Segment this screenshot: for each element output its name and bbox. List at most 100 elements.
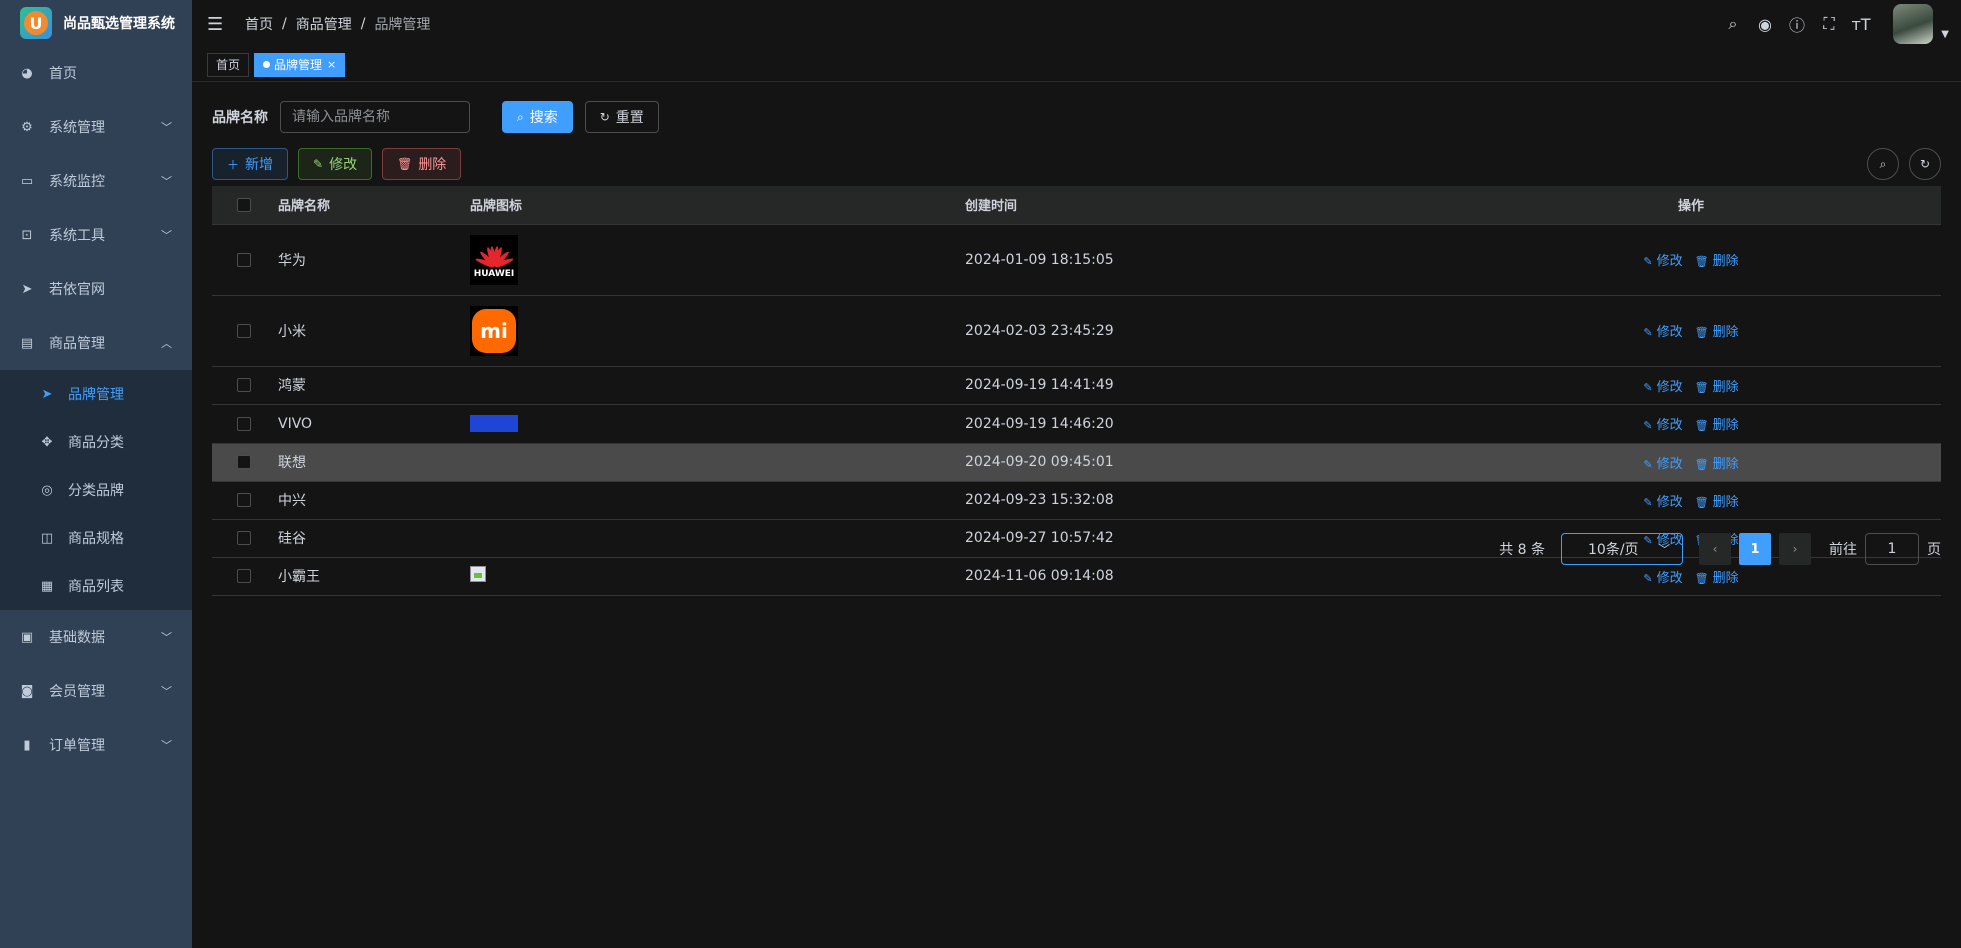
sidebar-item-member[interactable]: ◙ 会员管理 ﹀ [0, 664, 192, 718]
fullscreen-icon[interactable]: ⛶ [1813, 14, 1845, 34]
row-edit-link[interactable]: ✎ 修改 [1643, 418, 1682, 433]
row-edit-link[interactable]: ✎ 修改 [1643, 254, 1682, 269]
tag-brand[interactable]: 品牌管理 × [254, 52, 346, 77]
row-edit-link[interactable]: ✎ 修改 [1643, 457, 1682, 472]
tag-home[interactable]: 首页 [207, 52, 250, 77]
breadcrumb-home[interactable]: 首页 [245, 14, 273, 34]
add-button[interactable]: ＋ 新增 [212, 148, 289, 180]
search-icon: ⌕ [517, 109, 524, 124]
breadcrumb: 首页 / 商品管理 / 品牌管理 [245, 14, 431, 34]
row-edit-link[interactable]: ✎ 修改 [1643, 571, 1682, 586]
page-size-select[interactable]: 10条/页 ﹀ [1561, 533, 1683, 565]
row-delete-link[interactable]: 🗑删除 [1695, 495, 1739, 510]
caret-down-icon: ▼ [1941, 29, 1949, 40]
plus-icon: ＋ [227, 157, 240, 172]
chevron-up-icon: ︿ [161, 337, 172, 350]
row-delete-link[interactable]: 🗑删除 [1695, 380, 1739, 395]
brand-name-cell: 小霸王 [276, 557, 468, 596]
trash-icon: 🗑 [1694, 495, 1709, 509]
row-checkbox[interactable] [237, 252, 251, 267]
row-checkbox[interactable] [237, 493, 251, 507]
github-icon[interactable]: ◉ [1749, 15, 1781, 34]
row-delete-link[interactable]: 🗑删除 [1695, 571, 1739, 586]
sidebar-item-order[interactable]: ▮ 订单管理 ﹀ [0, 718, 192, 772]
page-number[interactable]: 1 [1739, 533, 1771, 565]
sidebar-item-category[interactable]: ✥ 商品分类 [0, 418, 192, 466]
table-row[interactable]: 鸿蒙 2024-09-19 14:41:49 ✎ 修改 🗑 删除 [212, 366, 1941, 405]
row-edit-link[interactable]: ✎ 修改 [1643, 325, 1682, 340]
edit-icon: ✎ [1643, 457, 1653, 471]
sidebar-item-product-list[interactable]: ▦ 商品列表 [0, 562, 192, 610]
select-all-checkbox[interactable] [237, 197, 251, 212]
row-edit-link[interactable]: ✎ 修改 [1643, 495, 1682, 510]
sidebar-item-home[interactable]: ◕ 首页 [0, 46, 192, 100]
avatar[interactable]: ▼ [1893, 4, 1949, 44]
close-icon[interactable]: × [327, 54, 336, 76]
delete-button[interactable]: 🗑 删除 [382, 148, 462, 180]
paper-plane-icon: ➤ [41, 386, 53, 402]
row-checkbox[interactable] [237, 531, 251, 545]
monitor-icon: ▭ [20, 173, 34, 189]
sidebar-item-spec[interactable]: ◫ 商品规格 [0, 514, 192, 562]
refresh-button[interactable]: ↻ [1909, 148, 1941, 180]
toolbar: ＋ 新增 ✎ 修改 🗑 删除 ⌕ ↻ [212, 148, 1941, 180]
sidebar-item-website[interactable]: ➤ 若依官网 [0, 262, 192, 316]
calendar-icon: ▤ [20, 335, 34, 351]
app-logo[interactable]: U 尚品甄选管理系统 [0, 0, 192, 46]
table-row[interactable]: 小米 mi 2024-02-03 23:45:29 ✎ 修改 🗑 删除 [212, 295, 1941, 367]
search-icon[interactable]: ⌕ [1717, 14, 1749, 34]
chevron-down-icon: ﹀ [161, 685, 172, 698]
reset-button[interactable]: ↻ 重置 [584, 101, 659, 133]
sidebar-item-system[interactable]: ⚙ 系统管理 ﹀ [0, 100, 192, 154]
sidebar-item-monitor[interactable]: ▭ 系统监控 ﹀ [0, 154, 192, 208]
created-time-cell: 2024-09-20 09:45:01 [963, 443, 1441, 482]
toggle-search-button[interactable]: ⌕ [1867, 148, 1899, 180]
edit-icon: ✎ [1643, 380, 1653, 394]
toolbar-right: ⌕ ↻ [1857, 148, 1941, 180]
dashboard-icon: ◕ [21, 65, 33, 81]
next-page-button[interactable]: › [1779, 533, 1811, 565]
row-edit-link[interactable]: ✎ 修改 [1643, 380, 1682, 395]
sidebar-item-base-data[interactable]: ▣ 基础数据 ﹀ [0, 610, 192, 664]
goto-page-input[interactable]: 1 [1865, 533, 1919, 565]
brand-name-input[interactable] [280, 101, 470, 133]
row-delete-link[interactable]: 🗑删除 [1695, 254, 1739, 269]
edit-button[interactable]: ✎ 修改 [298, 148, 373, 180]
row-delete-link[interactable]: 🗑删除 [1695, 325, 1739, 340]
table-row[interactable]: VIVO 2024-09-19 14:46:20 ✎ 修改 🗑 删除 [212, 404, 1941, 444]
row-checkbox[interactable] [237, 569, 251, 583]
toolbox-icon: ⊡ [21, 227, 33, 243]
prev-page-button[interactable]: ‹ [1699, 533, 1731, 565]
sidebar-item-brand[interactable]: ➤ 品牌管理 [0, 370, 192, 418]
row-checkbox[interactable] [237, 455, 251, 469]
sidebar-item-category-brand[interactable]: ◎ 分类品牌 [0, 466, 192, 514]
breadcrumb-goods[interactable]: 商品管理 [296, 14, 352, 34]
edit-icon: ✎ [1643, 495, 1653, 509]
operations-cell: ✎修改 🗑删除 [1441, 481, 1941, 520]
sidebar: U 尚品甄选管理系统 ◕ 首页 ⚙ 系统管理 ﹀ ▭ 系统监控 ﹀ ⊡ 系统工具… [0, 0, 192, 948]
chevron-down-icon: ﹀ [161, 175, 172, 188]
sidebar-item-goods[interactable]: ▤ 商品管理 ︿ [0, 316, 192, 370]
row-checkbox[interactable] [237, 416, 251, 431]
search-button[interactable]: ⌕ 搜索 [502, 101, 573, 133]
app-title: 尚品甄选管理系统 [63, 16, 175, 32]
font-size-icon[interactable]: ᴛT [1845, 15, 1877, 34]
table-row[interactable]: 中兴 2024-09-23 15:32:08 ✎ 修改 🗑 删除 [212, 481, 1941, 520]
breadcrumb-brand: 品牌管理 [374, 17, 431, 33]
table-row[interactable]: 华为 HUAWEI 2024-01-09 18:15:05 ✎ 修改 🗑 删除 [212, 224, 1941, 296]
row-checkbox[interactable] [237, 323, 251, 338]
navbar: ☰ 首页 / 商品管理 / 品牌管理 ⌕ ◉ ⓘ ⛶ ᴛT ▼ [192, 0, 1961, 48]
sidebar-item-tools[interactable]: ⊡ 系统工具 ﹀ [0, 208, 192, 262]
pagination: 共 8 条 10条/页 ﹀ ‹ 1 › 前往 1 页 [1499, 533, 1941, 565]
row-checkbox[interactable] [237, 378, 251, 392]
database-icon: ▣ [20, 629, 34, 645]
header-brand-logo: 品牌图标 [468, 186, 963, 225]
row-delete-link[interactable]: 🗑删除 [1695, 457, 1739, 472]
table-row[interactable]: 联想 2024-09-20 09:45:01 ✎ 修改 🗑 删除 [212, 443, 1941, 482]
question-icon[interactable]: ⓘ [1781, 12, 1813, 36]
hamburger-icon[interactable]: ☰ [207, 14, 225, 35]
created-time-cell: 2024-09-19 14:46:20 [963, 404, 1441, 444]
brand-logo-cell [468, 366, 963, 405]
edit-icon: ✎ [1643, 571, 1653, 585]
row-delete-link[interactable]: 🗑删除 [1695, 418, 1739, 433]
